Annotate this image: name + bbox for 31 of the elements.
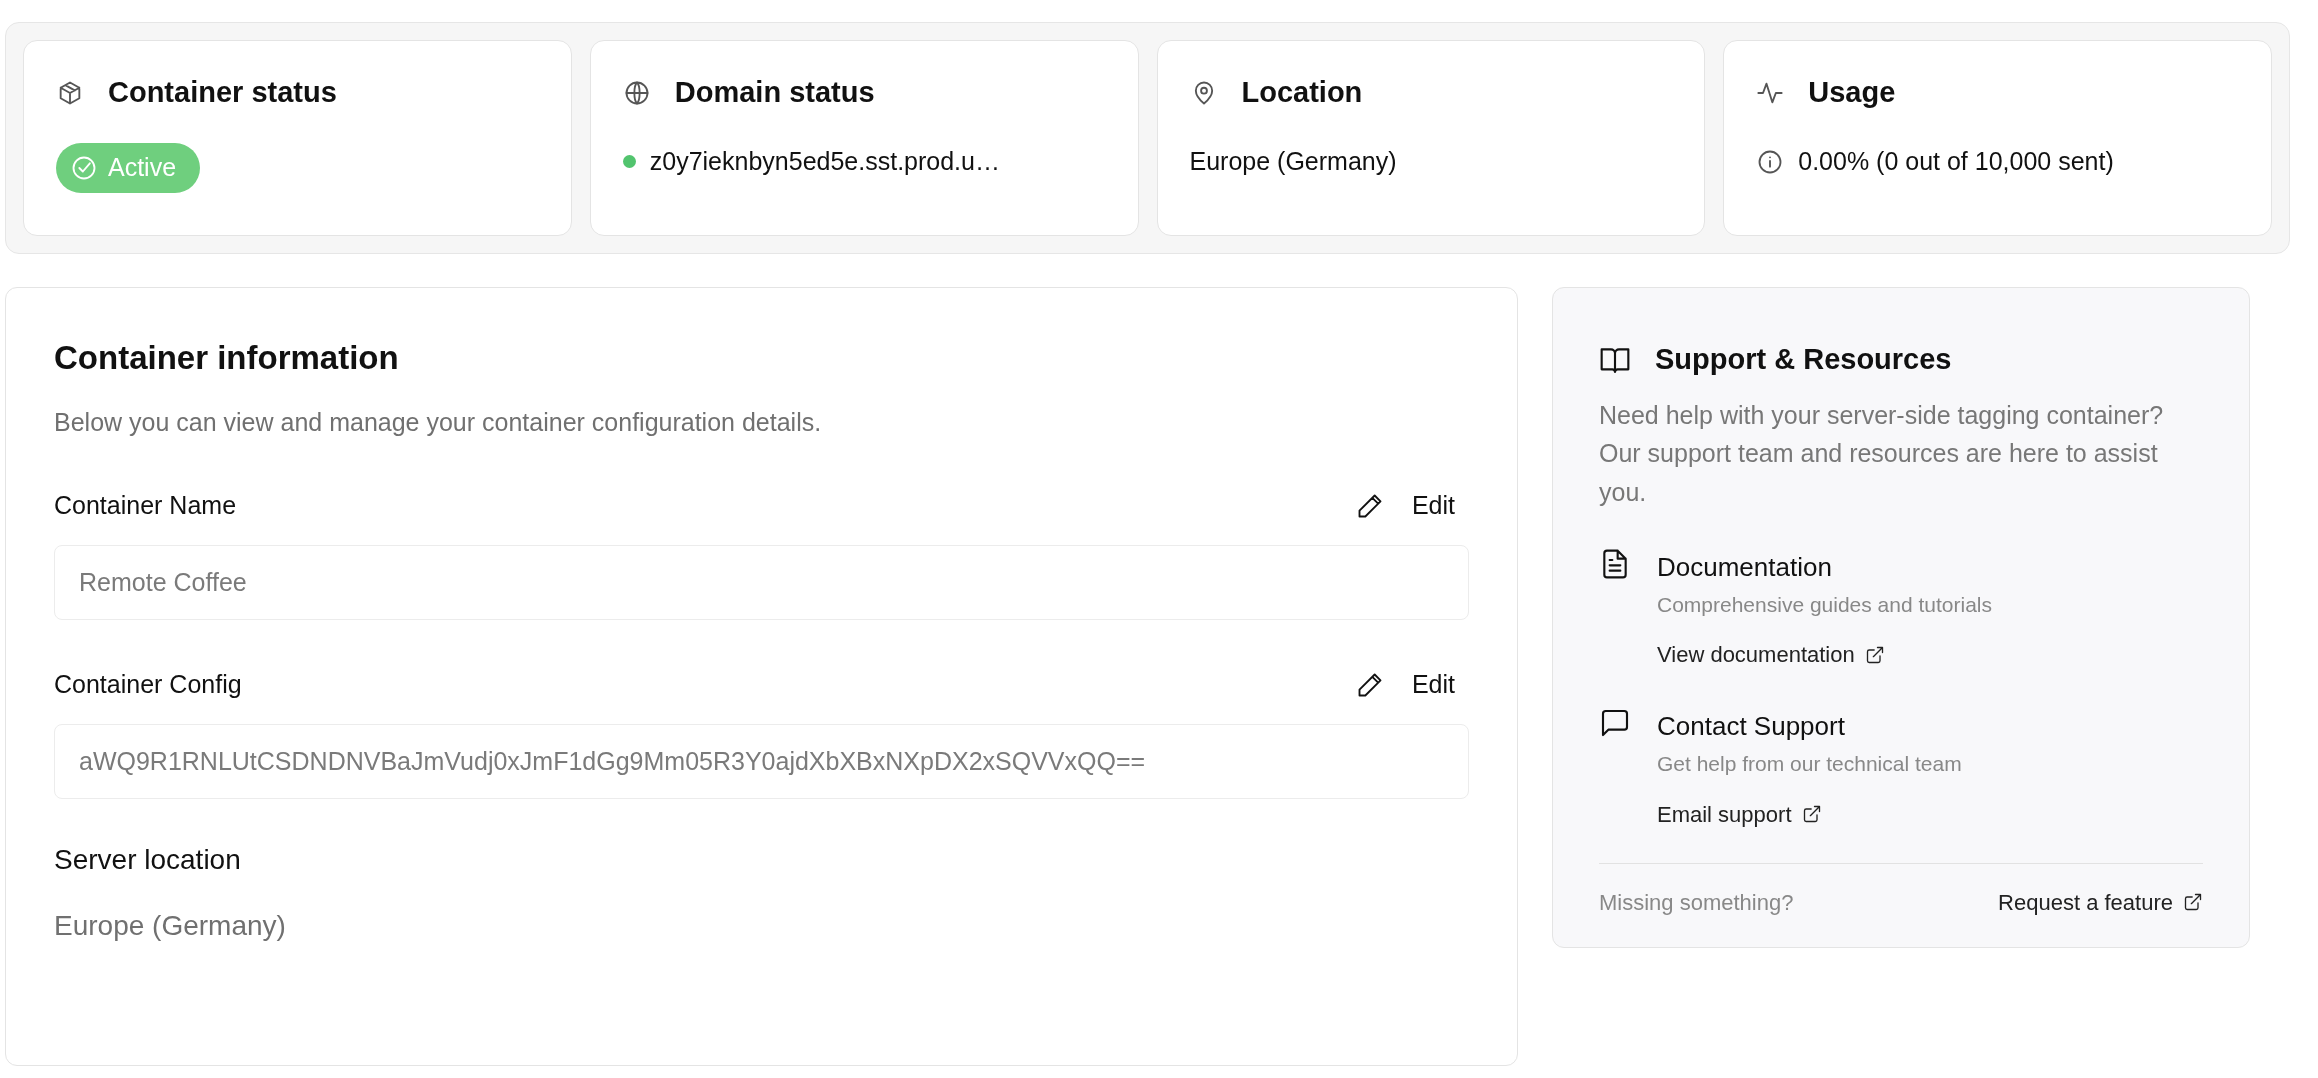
resource-title: Documentation xyxy=(1657,550,1833,584)
card-title: Container status xyxy=(108,75,337,111)
resource-link[interactable]: Email support xyxy=(1657,797,1822,831)
domain-text: z0y7ieknbyn5ed5e.sst.prod.u… xyxy=(649,146,1000,177)
resource-title: Contact Support xyxy=(1657,710,1846,744)
resource-subtitle: Comprehensive guides and tutorials xyxy=(1657,591,1993,618)
resource-link[interactable]: View documentation xyxy=(1657,638,1885,672)
external-link-icon xyxy=(1864,644,1885,665)
section-description: Below you can view and manage your container configuration details. xyxy=(54,406,823,438)
input-field[interactable]: Remote Coffee xyxy=(54,544,1469,621)
field-label: Container Name xyxy=(54,490,237,522)
status-badge: Active xyxy=(56,143,201,193)
feature-request-link[interactable]: Request a feature xyxy=(1998,885,2203,919)
panel-title: Support & Resources xyxy=(1655,342,1952,377)
usage-text: 0.00% (0 out of 10,000 sent) xyxy=(1798,146,2114,177)
field-label: Server location xyxy=(54,843,242,878)
edit-button[interactable]: Edit xyxy=(1355,666,1469,704)
field-label: Container Config xyxy=(54,669,242,701)
location-text: Europe (Germany) xyxy=(1189,146,1397,177)
card-title: Domain status xyxy=(674,75,875,111)
section-title: Container information xyxy=(54,338,400,378)
panel-description: Need help with your server-side tagging container? Our support team and resources are here to assist you. xyxy=(1599,399,2165,508)
external-link-icon xyxy=(1801,804,1822,825)
card-title: Location xyxy=(1241,75,1363,111)
edit-button[interactable]: Edit xyxy=(1355,487,1469,525)
card-title: Usage xyxy=(1808,75,1896,111)
input-field[interactable]: aWQ9R1RNLUtCSDNDNVBaJmVudj0xJmF1dGg9Mm05R3Y0ajdXbXBxNXpDX2xSQVVxQQ== xyxy=(54,723,1469,800)
external-link-icon xyxy=(2183,892,2203,913)
footer-note: Missing something? xyxy=(1599,888,1794,917)
resource-subtitle: Get help from our technical team xyxy=(1657,751,1962,778)
field-value: Europe (Germany) xyxy=(54,909,287,944)
